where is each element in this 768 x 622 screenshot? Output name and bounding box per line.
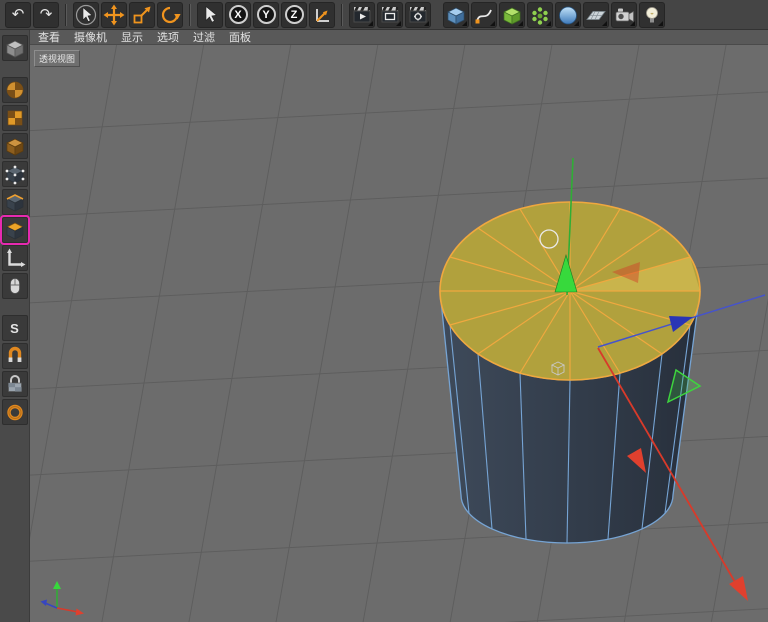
viewport[interactable]: 查看 摄像机 显示 选项 过滤 面板 透视视图 xyxy=(30,30,768,622)
menu-cameras[interactable]: 摄像机 xyxy=(74,30,107,45)
redo-icon: ↷ xyxy=(40,7,53,22)
menu-view[interactable]: 查看 xyxy=(38,30,60,45)
snap-settings-icon: S xyxy=(10,321,19,336)
move-tool-icon xyxy=(102,3,126,27)
toolbar-separator xyxy=(189,4,191,26)
subdivision-surface-icon xyxy=(500,3,524,27)
workplane-mode-button[interactable] xyxy=(2,133,28,159)
toolbar-separator xyxy=(65,4,67,26)
cylinder-object[interactable] xyxy=(440,202,700,543)
redo-button[interactable]: ↷ xyxy=(33,2,59,28)
toolbar-separator xyxy=(341,4,343,26)
viewport-menu-bar: 查看 摄像机 显示 选项 过滤 面板 xyxy=(30,30,768,45)
tool-cursor-icon xyxy=(198,3,222,27)
render-view-button[interactable] xyxy=(349,2,375,28)
floor-object-icon xyxy=(584,3,608,27)
model-mode-icon xyxy=(3,78,27,102)
menu-options[interactable]: 选项 xyxy=(157,30,179,45)
enable-axis-button[interactable] xyxy=(2,245,28,271)
coordinate-system-button[interactable] xyxy=(309,2,335,28)
camera-object-icon xyxy=(612,3,636,27)
rotate-tool-button[interactable] xyxy=(157,2,183,28)
spline-pen-icon xyxy=(472,3,496,27)
scale-tool-button[interactable] xyxy=(129,2,155,28)
workplane-button[interactable] xyxy=(2,399,28,425)
texture-mode-icon xyxy=(3,106,27,130)
array-generator-button[interactable] xyxy=(527,2,553,28)
edges-mode-icon xyxy=(3,190,27,214)
workplane-mode-icon xyxy=(3,134,27,158)
add-cube-button[interactable] xyxy=(443,2,469,28)
polygons-mode-button[interactable] xyxy=(2,217,28,243)
top-toolbar: ↶ ↷ xyxy=(0,0,768,30)
c4d-window: ↶ ↷ xyxy=(0,0,768,622)
make-editable-button[interactable] xyxy=(2,35,28,61)
lock-x-icon: X xyxy=(229,5,248,24)
menu-display[interactable]: 显示 xyxy=(121,30,143,45)
scene-canvas[interactable] xyxy=(30,45,768,622)
render-picture-viewer-button[interactable] xyxy=(377,2,403,28)
points-mode-icon xyxy=(3,162,27,186)
polygons-mode-icon xyxy=(3,218,27,242)
array-generator-icon xyxy=(528,3,552,27)
lock-workplane-button[interactable] xyxy=(2,371,28,397)
scale-tool-icon xyxy=(130,3,154,27)
add-cube-icon xyxy=(444,3,468,27)
viewport-solo-button[interactable] xyxy=(2,273,28,299)
snap-settings-button[interactable]: S xyxy=(2,315,28,341)
render-picture-viewer-icon xyxy=(378,3,402,27)
lock-y-button[interactable]: Y xyxy=(253,2,279,28)
texture-mode-button[interactable] xyxy=(2,105,28,131)
points-mode-button[interactable] xyxy=(2,161,28,187)
lock-z-button[interactable]: Z xyxy=(281,2,307,28)
model-mode-button[interactable] xyxy=(2,77,28,103)
mouse-icon xyxy=(3,274,27,298)
sky-object-button[interactable] xyxy=(555,2,581,28)
workplane-ring-icon xyxy=(3,400,27,424)
menu-filter[interactable]: 过滤 xyxy=(193,30,215,45)
rotate-tool-icon xyxy=(158,3,182,27)
light-object-icon xyxy=(640,3,664,27)
render-settings-button[interactable] xyxy=(405,2,431,28)
render-view-icon xyxy=(350,3,374,27)
lock-z-icon: Z xyxy=(285,5,304,24)
move-tool-button[interactable] xyxy=(101,2,127,28)
undo-icon: ↶ xyxy=(12,7,25,22)
tool-slot-button[interactable] xyxy=(197,2,223,28)
render-settings-icon xyxy=(406,3,430,27)
lock-y-icon: Y xyxy=(257,5,276,24)
magnet-snap-button[interactable] xyxy=(2,343,28,369)
spline-pen-button[interactable] xyxy=(471,2,497,28)
lock-x-button[interactable]: X xyxy=(225,2,251,28)
sky-object-icon xyxy=(556,3,580,27)
magnet-icon xyxy=(3,344,27,368)
menu-panel[interactable]: 面板 xyxy=(229,30,251,45)
coordinate-system-icon xyxy=(310,3,334,27)
edges-mode-button[interactable] xyxy=(2,189,28,215)
enable-axis-icon xyxy=(3,246,27,270)
floor-object-button[interactable] xyxy=(583,2,609,28)
live-selection-icon xyxy=(74,3,98,27)
padlock-icon xyxy=(3,372,27,396)
make-editable-icon xyxy=(3,36,27,60)
light-object-button[interactable] xyxy=(639,2,665,28)
viewport-label: 透视视图 xyxy=(34,50,80,67)
undo-button[interactable]: ↶ xyxy=(5,2,31,28)
camera-object-button[interactable] xyxy=(611,2,637,28)
live-selection-button[interactable] xyxy=(73,2,99,28)
subdivision-surface-button[interactable] xyxy=(499,2,525,28)
mode-sidebar: S xyxy=(0,30,30,622)
